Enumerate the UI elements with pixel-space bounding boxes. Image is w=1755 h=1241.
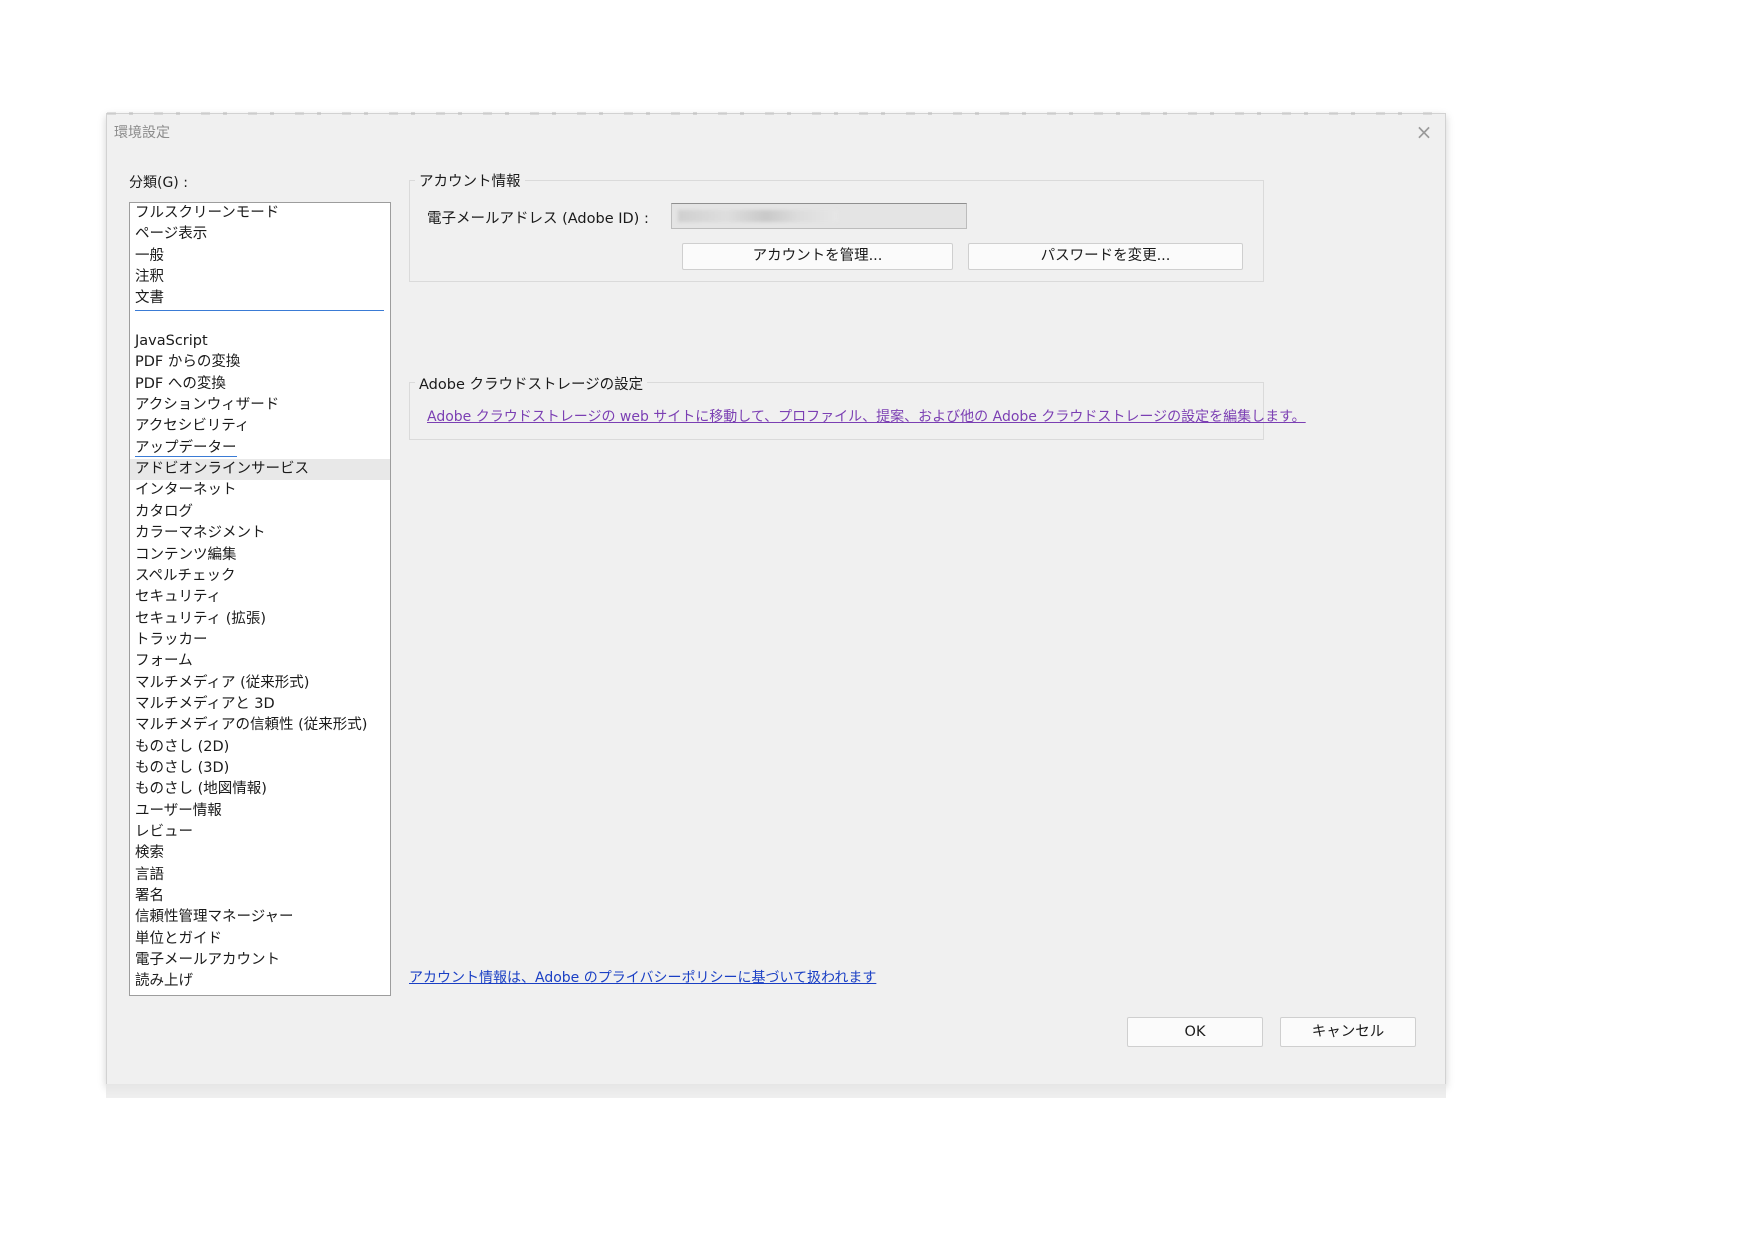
category-list[interactable]: フルスクリーンモード ページ表示一般注釈文書 JavaScript PDF からの変… <box>129 202 391 996</box>
category-item[interactable]: PDF への変換 <box>130 374 390 395</box>
category-item[interactable]: マルチメディアと 3D <box>130 694 390 715</box>
category-item-label: カラーマネジメント <box>135 525 266 542</box>
category-item-label: マルチメディアと 3D <box>135 695 275 712</box>
category-item-label: インターネット <box>135 482 237 499</box>
category-item[interactable]: インターネット <box>130 480 390 501</box>
category-item-label: トラッカー <box>135 631 208 648</box>
category-item[interactable]: ものさし (3D) <box>130 758 390 779</box>
category-item[interactable]: 言語 <box>130 865 390 886</box>
category-item-label: PDF からの変換 <box>135 354 241 371</box>
category-item[interactable]: スペルチェック <box>130 566 390 587</box>
category-item-label: ユーザー情報 <box>135 802 222 819</box>
category-item-label: コンテンツ編集 <box>135 546 237 563</box>
category-item[interactable]: 一般 <box>130 246 390 267</box>
category-item-label: 注釈 <box>135 269 164 286</box>
category-item-label: PDF への変換 <box>135 375 226 392</box>
manage-account-button[interactable]: アカウントを管理... <box>682 243 953 270</box>
category-item[interactable]: トラッカー <box>130 630 390 651</box>
category-item-label: スペルチェック <box>135 567 236 584</box>
category-item-label: マルチメディア (従来形式) <box>135 674 310 691</box>
category-item[interactable]: 検索 <box>130 843 390 864</box>
category-item-label: 署名 <box>135 888 164 904</box>
cloud-storage-title: Adobe クラウドストレージの設定 <box>415 373 648 394</box>
category-item-label: セキュリティ (拡張) <box>135 610 267 627</box>
category-group-bottom: JavaScript PDF からの変換 PDF への変換アクションウィザード アクセ… <box>130 331 390 993</box>
category-item-label: マルチメディアの信頼性 (従来形式) <box>135 717 368 734</box>
category-item[interactable]: 注釈 <box>130 267 390 288</box>
category-item[interactable]: レビュー <box>130 822 390 843</box>
category-item-label: 読み上げ <box>135 973 193 990</box>
category-item-label: ものさし (3D) <box>135 759 230 776</box>
category-item[interactable]: カラーマネジメント <box>130 523 390 544</box>
email-field[interactable] <box>671 203 967 229</box>
category-item-label: アップデーター <box>135 439 237 457</box>
category-item[interactable]: フルスクリーンモード <box>130 203 390 224</box>
category-item-label: 単位とガイド <box>135 930 222 947</box>
category-item[interactable]: アップデーター <box>130 438 390 459</box>
category-item-label: アドビオンラインサービス <box>135 461 309 478</box>
ok-button[interactable]: OK <box>1127 1017 1263 1047</box>
category-item-label: レビュー <box>135 823 193 840</box>
change-password-button[interactable]: パスワードを変更... <box>968 243 1243 270</box>
email-label: 電子メールアドレス (Adobe ID) : <box>427 211 649 227</box>
category-item-label: 一般 <box>135 247 164 264</box>
category-item[interactable]: 署名 <box>130 886 390 907</box>
category-item[interactable]: カタログ <box>130 502 390 523</box>
account-info-title: アカウント情報 <box>415 170 525 191</box>
category-group-top: フルスクリーンモード ページ表示一般注釈文書 <box>130 203 390 310</box>
category-item-label: 言語 <box>135 866 164 883</box>
category-item[interactable]: セキュリティ <box>130 587 390 608</box>
window-title: 環境設定 <box>114 125 170 141</box>
category-item-label: 文書 <box>135 290 164 307</box>
category-item[interactable]: ユーザー情報 <box>130 801 390 822</box>
category-item[interactable]: フォーム <box>130 651 390 672</box>
category-separator <box>130 309 390 331</box>
category-item[interactable]: 読み上げ <box>130 971 390 992</box>
category-item-label: カタログ <box>135 503 193 520</box>
privacy-policy-link[interactable]: アカウント情報は、Adobe のプライバシーポリシーに基づいて扱われます <box>409 967 876 987</box>
category-item[interactable]: アクセシビリティ <box>130 416 390 437</box>
cancel-button[interactable]: キャンセル <box>1280 1017 1416 1047</box>
category-item[interactable]: アクションウィザード <box>130 395 390 416</box>
category-item-label: 電子メールアカウント <box>135 952 280 969</box>
category-item[interactable]: ページ表示 <box>130 224 390 245</box>
category-item-label: セキュリティ <box>135 589 222 606</box>
category-item-label: ものさし (2D) <box>135 738 230 755</box>
top-edge-strip <box>107 112 1445 115</box>
category-item-label: アクションウィザード <box>135 397 280 414</box>
category-item-label: JavaScript <box>135 333 208 350</box>
category-item-label: ものさし (地図情報) <box>135 781 267 798</box>
category-item-label: フルスクリーンモード <box>135 205 280 221</box>
category-item-label: ページ表示 <box>135 226 208 243</box>
category-item[interactable]: マルチメディアの信頼性 (従来形式) <box>130 715 390 736</box>
category-item[interactable]: コンテンツ編集 <box>130 545 390 566</box>
category-item[interactable]: マルチメディア (従来形式) <box>130 673 390 694</box>
blurred-email-value <box>678 210 838 222</box>
category-item[interactable]: JavaScript <box>130 331 390 352</box>
category-item[interactable]: 電子メールアカウント <box>130 950 390 971</box>
category-item[interactable]: アドビオンラインサービス <box>130 459 390 481</box>
category-item[interactable]: 単位とガイド <box>130 929 390 950</box>
category-item[interactable]: ものさし (地図情報) <box>130 779 390 800</box>
category-item[interactable]: 信頼性管理マネージャー <box>130 907 390 928</box>
preferences-dialog: 環境設定 × 分類(G) : フルスクリーンモード ページ表示一般注釈文書 Jav… <box>106 112 1446 1098</box>
category-item[interactable]: 文書 <box>130 288 390 309</box>
close-icon[interactable]: × <box>1411 119 1437 145</box>
category-item[interactable]: ものさし (2D) <box>130 737 390 758</box>
category-item-label: フォーム <box>135 653 193 670</box>
category-item-label: 検索 <box>135 845 164 862</box>
category-label: 分類(G) : <box>129 175 188 191</box>
category-item-label: 信頼性管理マネージャー <box>135 909 294 926</box>
category-item[interactable]: PDF からの変換 <box>130 352 390 373</box>
category-item-label: アクセシビリティ <box>135 418 250 435</box>
cloud-storage-link[interactable]: Adobe クラウドストレージの web サイトに移動して、プロファイル、提案、… <box>427 406 1306 426</box>
category-item[interactable]: セキュリティ (拡張) <box>130 609 390 630</box>
